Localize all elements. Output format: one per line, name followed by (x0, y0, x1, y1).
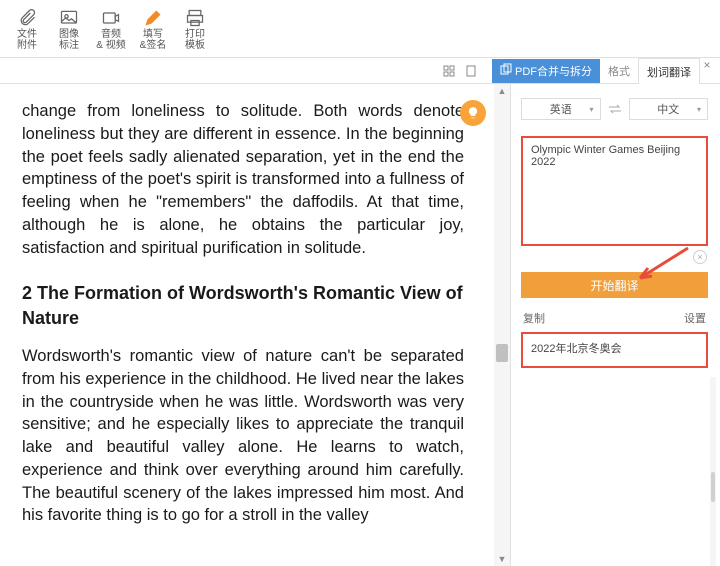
start-translate-button[interactable]: 开始翻译 (521, 272, 708, 298)
heading-2: 2 The Formation of Wordsworth's Romantic… (22, 281, 464, 331)
audio-label-1: 音频 (101, 29, 121, 40)
attach-button[interactable]: 文件 附件 (8, 5, 46, 53)
language-selector-row: 英语▾ 中文▾ (521, 98, 708, 120)
grid-icon[interactable] (442, 64, 456, 78)
source-language-select[interactable]: 英语▾ (521, 98, 601, 120)
sign-button[interactable]: 填写 &签名 (134, 5, 172, 53)
document-text[interactable]: change from loneliness to solitude. Both… (0, 84, 494, 566)
video-icon (100, 7, 122, 29)
document-scrollbar[interactable]: ▲ ▼ (494, 84, 510, 566)
scrollbar-thumb[interactable] (496, 344, 508, 362)
caret-down-icon: ▾ (697, 105, 701, 114)
image-label-2: 标注 (59, 40, 79, 51)
content-area: change from loneliness to solitude. Both… (0, 84, 720, 566)
paperclip-icon (16, 7, 38, 29)
swap-languages-button[interactable] (607, 101, 623, 117)
close-panel-button[interactable]: × (700, 58, 714, 83)
copy-button[interactable]: 复制 (523, 310, 545, 326)
clear-input-button[interactable]: × (693, 250, 707, 264)
result-actions: 复制 设置 (523, 310, 706, 326)
sign-label-2: &签名 (140, 40, 167, 51)
secondary-tabbar: PDF合并与拆分 格式 划词翻译 × (0, 58, 720, 84)
print-icon (184, 7, 206, 29)
pen-icon (142, 7, 164, 29)
scroll-down-icon[interactable]: ▼ (494, 554, 510, 564)
translate-input[interactable]: Olympic Winter Games Beijing 2022 × (521, 136, 708, 246)
attach-label-1: 文件 (17, 29, 37, 40)
panel-scrollbar-thumb[interactable] (711, 472, 715, 502)
print-button[interactable]: 打印 模板 (176, 5, 214, 53)
attach-label-2: 附件 (17, 40, 37, 51)
audio-label-2: & 视频 (96, 40, 125, 51)
image-button[interactable]: 图像 标注 (50, 5, 88, 53)
panel-spacer (521, 376, 708, 566)
print-label-2: 模板 (185, 40, 205, 51)
hint-bulb-button[interactable] (460, 100, 486, 126)
tab-format[interactable]: 格式 (600, 58, 638, 83)
main-toolbar: 文件 附件 图像 标注 音频 & 视频 填写 &签名 打印 模板 (0, 0, 720, 58)
target-language-select[interactable]: 中文▾ (629, 98, 709, 120)
translate-output: 2022年北京冬奥会 (521, 332, 708, 368)
document-viewer: change from loneliness to solitude. Both… (0, 84, 510, 566)
pdf-merge-label: PDF合并与拆分 (515, 63, 592, 79)
copy-icon (500, 63, 512, 78)
paragraph-2: Wordsworth's romantic view of nature can… (22, 345, 464, 527)
panel-scrollbar[interactable] (710, 377, 716, 566)
view-icons: PDF合并与拆分 (86, 58, 600, 83)
settings-button[interactable]: 设置 (684, 310, 706, 326)
pdf-merge-button[interactable]: PDF合并与拆分 (492, 59, 600, 83)
tab-translate[interactable]: 划词翻译 (638, 58, 700, 84)
image-icon (58, 7, 80, 29)
scroll-up-icon[interactable]: ▲ (494, 86, 510, 96)
page-icon[interactable] (464, 64, 478, 78)
paragraph-1: change from loneliness to solitude. Both… (22, 100, 464, 259)
audio-button[interactable]: 音频 & 视频 (92, 5, 130, 53)
sign-label-1: 填写 (143, 29, 163, 40)
image-label-1: 图像 (59, 29, 79, 40)
translate-panel: 英语▾ 中文▾ Olympic Winter Games Beijing 202… (510, 84, 720, 566)
caret-down-icon: ▾ (589, 105, 593, 114)
print-label-1: 打印 (185, 29, 205, 40)
